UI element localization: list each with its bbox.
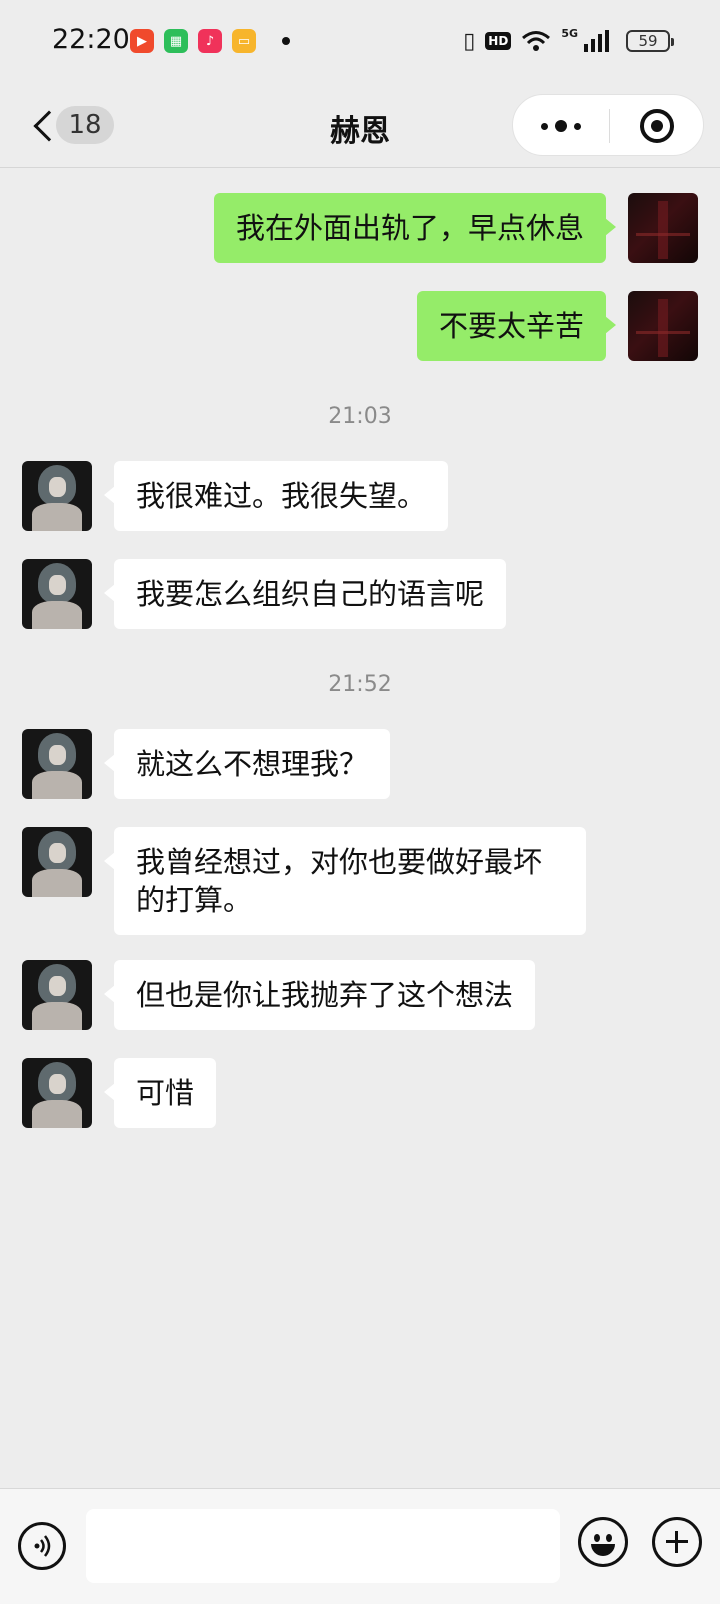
message-bubble[interactable]: 我要怎么组织自己的语言呢	[103, 559, 507, 629]
message-received[interactable]: 就这么不想理我？	[22, 729, 391, 799]
system-icons: ▯ HD 5G 59	[463, 24, 674, 58]
contact-avatar[interactable]	[22, 827, 92, 897]
contact-avatar[interactable]	[22, 729, 92, 799]
network-type: 5G	[561, 26, 578, 40]
battery-level: 59	[638, 32, 658, 50]
dot-icon	[541, 122, 548, 130]
message-received[interactable]: 但也是你让我抛弃了这个想法	[22, 960, 536, 1030]
more-notifications-dot	[282, 37, 290, 45]
message-list[interactable]: 我在外面出轨了，早点休息 不要太辛苦 21:03 我很难过。我很失望。 我要怎么…	[0, 170, 720, 1488]
dot-icon	[574, 122, 581, 130]
video-app-icon: ▶	[130, 29, 154, 53]
input-bar	[0, 1488, 720, 1604]
message-bubble[interactable]: 不要太辛苦	[416, 291, 617, 361]
message-sent[interactable]: 不要太辛苦	[416, 291, 698, 361]
message-input[interactable]	[86, 1509, 560, 1583]
dot-icon	[555, 120, 567, 132]
message-bubble[interactable]: 可惜	[103, 1058, 217, 1128]
message-received[interactable]: 可惜	[22, 1058, 217, 1128]
time-divider: 21:52	[328, 672, 392, 697]
reader-app-icon: ▭	[232, 29, 256, 53]
target-close-icon	[640, 109, 674, 143]
more-functions-button[interactable]	[652, 1517, 702, 1567]
message-bubble[interactable]: 我在外面出轨了，早点休息	[213, 193, 617, 263]
music-app-icon: ♪	[198, 29, 222, 53]
message-bubble[interactable]: 但也是你让我抛弃了这个想法	[103, 960, 536, 1030]
contact-avatar[interactable]	[22, 461, 92, 531]
self-avatar[interactable]	[628, 291, 698, 361]
vibrate-icon: ▯	[463, 28, 476, 54]
message-received[interactable]: 我曾经想过，对你也要做好最坏的打算。	[22, 827, 586, 935]
contact-avatar[interactable]	[22, 1058, 92, 1128]
voice-icon	[34, 1535, 51, 1557]
nav-bar: 18 赫恩	[0, 84, 720, 168]
message-bubble[interactable]: 我很难过。我很失望。	[103, 461, 449, 531]
close-button[interactable]	[609, 95, 705, 157]
more-button[interactable]	[513, 95, 609, 157]
battery-icon: 59	[626, 30, 674, 52]
message-bubble[interactable]: 我曾经想过，对你也要做好最坏的打算。	[104, 827, 586, 935]
time-divider: 21:03	[328, 404, 392, 429]
message-sent[interactable]: 我在外面出轨了，早点休息	[213, 193, 698, 263]
contact-avatar[interactable]	[22, 960, 92, 1030]
voice-input-button[interactable]	[18, 1522, 66, 1570]
message-received[interactable]: 我要怎么组织自己的语言呢	[22, 559, 507, 629]
status-bar: 22:20 ▶ ▦ ♪ ▭ ▯ HD 5G 59	[0, 0, 720, 84]
message-received[interactable]: 我很难过。我很失望。	[22, 461, 449, 531]
message-bubble[interactable]: 就这么不想理我？	[103, 729, 391, 799]
self-avatar[interactable]	[628, 193, 698, 263]
status-time: 22:20	[52, 24, 130, 55]
emoji-icon	[594, 1534, 600, 1542]
miniprogram-capsule	[512, 94, 704, 156]
wifi-icon	[522, 31, 551, 51]
store-app-icon: ▦	[164, 29, 188, 53]
emoji-button[interactable]	[578, 1517, 628, 1567]
signal-icon	[584, 30, 609, 52]
hd-icon: HD	[485, 32, 512, 50]
contact-avatar[interactable]	[22, 559, 92, 629]
